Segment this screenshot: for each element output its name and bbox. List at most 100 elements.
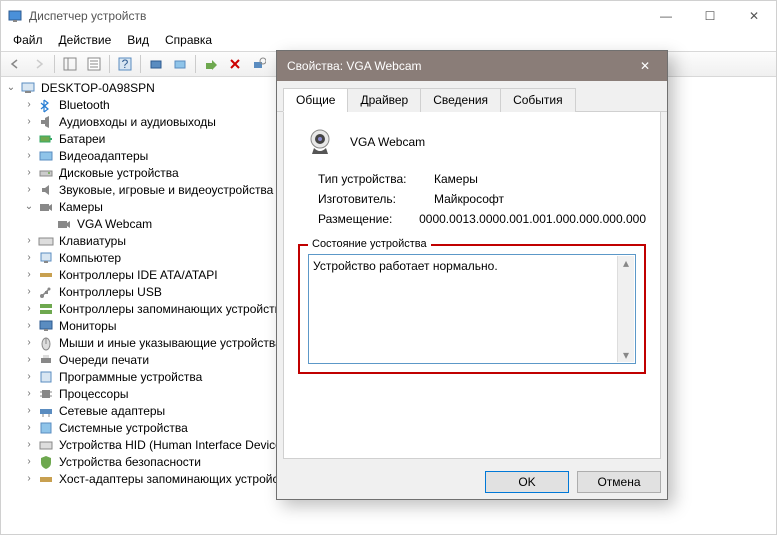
window-title: Диспетчер устройств bbox=[29, 9, 644, 23]
tree-item-label: Контроллеры запоминающих устройств bbox=[57, 302, 283, 316]
scroll-up-icon[interactable]: ▴ bbox=[623, 256, 629, 270]
category-icon bbox=[38, 369, 54, 385]
scrollbar[interactable]: ▴▾ bbox=[617, 256, 634, 362]
tree-item-label: Процессоры bbox=[57, 387, 131, 401]
tree-item-label: Звуковые, игровые и видеоустройства bbox=[57, 183, 275, 197]
help-button[interactable]: ? bbox=[115, 54, 135, 74]
dialog-buttons: OK Отмена bbox=[277, 465, 667, 499]
update-driver-button[interactable] bbox=[170, 54, 190, 74]
expand-icon[interactable]: › bbox=[23, 116, 35, 127]
expand-icon[interactable]: › bbox=[23, 184, 35, 195]
expand-icon[interactable]: › bbox=[23, 456, 35, 467]
menu-bar: Файл Действие Вид Справка bbox=[1, 31, 776, 51]
tree-item-label: Сетевые адаптеры bbox=[57, 404, 167, 418]
webcam-icon bbox=[56, 216, 72, 232]
svg-text:?: ? bbox=[122, 57, 129, 71]
tree-item-label: Хост-адаптеры запоминающих устройств bbox=[57, 472, 292, 486]
tab-general[interactable]: Общие bbox=[283, 88, 348, 112]
back-button[interactable] bbox=[5, 54, 25, 74]
expand-icon[interactable]: ⌄ bbox=[5, 82, 17, 93]
expand-icon[interactable]: › bbox=[23, 388, 35, 399]
tree-item-label: VGA Webcam bbox=[75, 217, 154, 231]
category-icon bbox=[38, 335, 54, 351]
tree-item-label: Компьютер bbox=[57, 251, 123, 265]
device-status-group: Состояние устройства Устройство работает… bbox=[298, 244, 646, 374]
expand-icon[interactable]: › bbox=[23, 286, 35, 297]
dialog-title: Свойства: VGA Webcam bbox=[287, 59, 623, 73]
expand-icon[interactable]: › bbox=[23, 473, 35, 484]
category-icon bbox=[38, 131, 54, 147]
tree-item-label: Мониторы bbox=[57, 319, 118, 333]
status-textbox[interactable]: Устройство работает нормально. ▴▾ bbox=[308, 254, 636, 364]
category-icon bbox=[38, 301, 54, 317]
tree-item-label: Камеры bbox=[57, 200, 105, 214]
expand-icon[interactable]: › bbox=[23, 252, 35, 263]
titlebar: Диспетчер устройств — ☐ ✕ bbox=[1, 1, 776, 31]
category-icon bbox=[38, 386, 54, 402]
expand-icon[interactable]: › bbox=[23, 337, 35, 348]
tree-item-label: Программные устройства bbox=[57, 370, 204, 384]
vendor-label: Изготовитель: bbox=[318, 192, 434, 206]
toolbar-separator bbox=[195, 55, 196, 73]
forward-button[interactable] bbox=[29, 54, 49, 74]
toolbar-separator bbox=[54, 55, 55, 73]
expand-icon[interactable]: › bbox=[23, 422, 35, 433]
close-button[interactable]: ✕ bbox=[732, 1, 776, 31]
expand-icon[interactable]: › bbox=[23, 439, 35, 450]
tab-events[interactable]: События bbox=[500, 88, 576, 112]
category-icon bbox=[38, 420, 54, 436]
tree-item-label: Видеоадаптеры bbox=[57, 149, 150, 163]
category-icon bbox=[38, 114, 54, 130]
scan-button[interactable] bbox=[146, 54, 166, 74]
expand-icon[interactable]: › bbox=[23, 405, 35, 416]
cancel-button[interactable]: Отмена bbox=[577, 471, 661, 493]
menu-view[interactable]: Вид bbox=[119, 31, 157, 51]
category-icon bbox=[38, 182, 54, 198]
category-icon bbox=[38, 318, 54, 334]
expand-icon[interactable]: ⌄ bbox=[23, 201, 35, 212]
properties-button[interactable] bbox=[84, 54, 104, 74]
toolbar-separator bbox=[140, 55, 141, 73]
menu-file[interactable]: Файл bbox=[5, 31, 51, 51]
tree-item-label: Аудиовходы и аудиовыходы bbox=[57, 115, 218, 129]
show-hide-tree-button[interactable] bbox=[60, 54, 80, 74]
category-icon bbox=[38, 148, 54, 164]
expand-icon[interactable]: › bbox=[23, 150, 35, 161]
menu-help[interactable]: Справка bbox=[157, 31, 220, 51]
uninstall-device-button[interactable] bbox=[225, 54, 245, 74]
type-value: Камеры bbox=[434, 172, 478, 186]
expand-icon[interactable]: › bbox=[23, 303, 35, 314]
category-icon bbox=[38, 233, 54, 249]
tree-item-label: Bluetooth bbox=[57, 98, 112, 112]
expand-icon[interactable]: › bbox=[23, 371, 35, 382]
category-icon bbox=[38, 471, 54, 487]
location-value: 0000.0013.0000.001.001.000.000.000.000 bbox=[419, 212, 646, 226]
tree-item-label: Батареи bbox=[57, 132, 107, 146]
computer-icon bbox=[20, 80, 36, 96]
maximize-button[interactable]: ☐ bbox=[688, 1, 732, 31]
category-icon bbox=[38, 454, 54, 470]
scroll-down-icon[interactable]: ▾ bbox=[623, 348, 629, 362]
minimize-button[interactable]: — bbox=[644, 1, 688, 31]
ok-button[interactable]: OK bbox=[485, 471, 569, 493]
category-icon bbox=[38, 165, 54, 181]
tree-item-label: Контроллеры USB bbox=[57, 285, 164, 299]
expand-icon[interactable]: › bbox=[23, 167, 35, 178]
dialog-close-button[interactable]: ✕ bbox=[623, 51, 667, 81]
window-controls: — ☐ ✕ bbox=[644, 1, 776, 31]
status-text: Устройство работает нормально. bbox=[313, 259, 498, 273]
enable-device-button[interactable] bbox=[201, 54, 221, 74]
expand-icon[interactable]: › bbox=[23, 320, 35, 331]
tab-details[interactable]: Сведения bbox=[420, 88, 501, 112]
dialog-titlebar[interactable]: Свойства: VGA Webcam ✕ bbox=[277, 51, 667, 81]
menu-action[interactable]: Действие bbox=[51, 31, 120, 51]
expand-icon[interactable]: › bbox=[23, 99, 35, 110]
tab-driver[interactable]: Драйвер bbox=[347, 88, 421, 112]
expand-icon[interactable]: › bbox=[23, 354, 35, 365]
category-icon bbox=[38, 199, 54, 215]
device-info: Тип устройства:Камеры Изготовитель:Майкр… bbox=[318, 172, 646, 226]
expand-icon[interactable]: › bbox=[23, 235, 35, 246]
expand-icon[interactable]: › bbox=[23, 269, 35, 280]
expand-icon[interactable]: › bbox=[23, 133, 35, 144]
scan-hardware-button[interactable] bbox=[249, 54, 269, 74]
